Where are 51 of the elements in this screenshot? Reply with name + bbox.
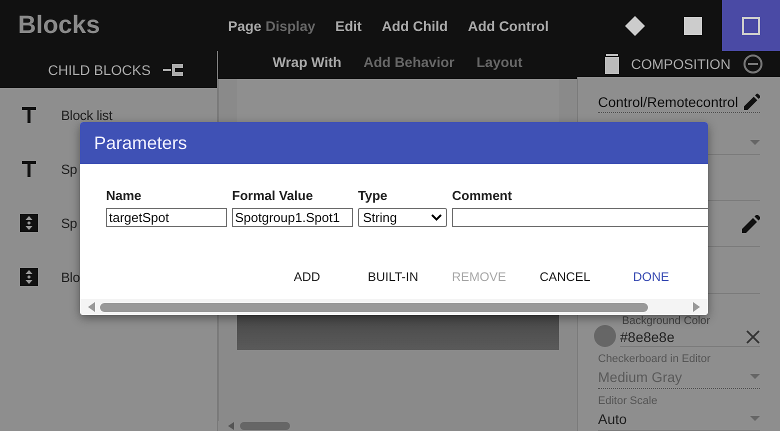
menu-item[interactable]: Add Control bbox=[468, 18, 549, 34]
square-outline-icon[interactable] bbox=[742, 16, 760, 34]
panel-title: COMPOSITION bbox=[631, 56, 731, 72]
menu-item[interactable]: Wrap With bbox=[272, 54, 342, 70]
field-label: Background Color bbox=[621, 315, 712, 327]
field-label: Checkerboard in Editor bbox=[598, 353, 712, 365]
formal-value-field[interactable]: Spotgroup1.Spot1 bbox=[232, 208, 353, 227]
scroll-left-icon[interactable] bbox=[228, 422, 234, 430]
block-item[interactable]: Block list bbox=[61, 108, 112, 122]
app-logo: Blocks bbox=[17, 11, 101, 40]
chevron-icon bbox=[431, 214, 442, 221]
dialog-button[interactable]: DONE bbox=[608, 265, 694, 289]
dialog-button[interactable]: BUILT-IN bbox=[350, 265, 436, 289]
menu-item[interactable]: Edit bbox=[335, 18, 362, 34]
pencil-icon[interactable] bbox=[742, 214, 760, 232]
square-icon[interactable] bbox=[684, 16, 702, 34]
dropdown-value[interactable]: Auto bbox=[598, 410, 627, 426]
scrollbar-thumb[interactable] bbox=[100, 302, 648, 312]
block-item[interactable]: Blo bbox=[61, 270, 80, 284]
dialog-title: Parameters bbox=[94, 132, 188, 154]
collapse-icon[interactable] bbox=[742, 54, 763, 74]
pencil-icon[interactable] bbox=[744, 92, 760, 110]
block-item[interactable]: Sp bbox=[61, 162, 78, 176]
dialog-button[interactable]: CANCEL bbox=[522, 265, 608, 289]
diamond-icon[interactable] bbox=[625, 16, 645, 36]
type-select[interactable]: String bbox=[358, 208, 447, 227]
block-item[interactable]: Sp bbox=[61, 216, 78, 230]
menu-item[interactable]: Add Child bbox=[382, 18, 448, 34]
component-path: Control/Remotecontrol bbox=[598, 94, 738, 110]
name-field[interactable]: targetSpot bbox=[106, 208, 227, 227]
stepper-icon bbox=[20, 268, 38, 286]
dialog-button[interactable]: ADD bbox=[264, 265, 350, 289]
scroll-right-icon[interactable] bbox=[693, 302, 700, 312]
menu-item[interactable]: Page bbox=[228, 18, 262, 34]
text-icon bbox=[22, 107, 36, 123]
color-value[interactable]: #8e8e8e bbox=[620, 328, 675, 344]
tree-icon bbox=[162, 64, 183, 76]
column-header: Type bbox=[358, 188, 388, 203]
column-header: Formal Value bbox=[232, 188, 314, 203]
panel-title: CHILD BLOCKS bbox=[48, 62, 151, 78]
column-header: Name bbox=[106, 188, 142, 203]
field-label: Editor Scale bbox=[598, 395, 658, 407]
scrollbar-thumb[interactable] bbox=[240, 422, 290, 430]
text-icon bbox=[22, 161, 36, 177]
column-header: Comment bbox=[452, 188, 513, 203]
comment-field[interactable] bbox=[452, 208, 708, 227]
scroll-left-icon[interactable] bbox=[88, 302, 95, 312]
document-icon bbox=[605, 54, 619, 74]
close-icon[interactable] bbox=[746, 330, 760, 344]
color-swatch[interactable] bbox=[594, 325, 616, 347]
stepper-icon bbox=[20, 214, 38, 232]
